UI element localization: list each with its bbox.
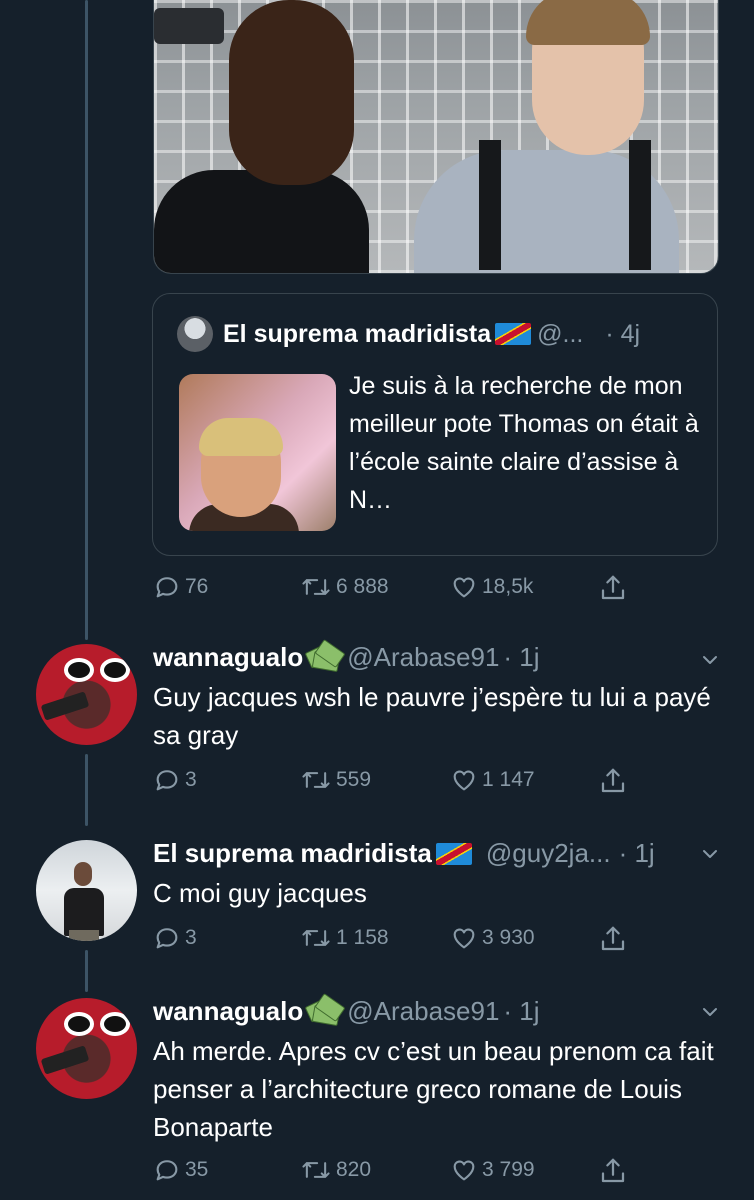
reply-button[interactable]: 3 <box>153 766 197 794</box>
thread-line-main <box>85 0 88 640</box>
share-button[interactable] <box>598 766 628 796</box>
share-icon <box>601 768 625 793</box>
reply-tweet[interactable]: wannagualo @Arabase91 · 1j Guy jacques w… <box>0 638 754 810</box>
tweet-header: wannagualo @Arabase91 · 1j <box>153 992 540 1027</box>
reply-icon <box>156 770 178 791</box>
tweet-header: wannagualo @Arabase91 · 1j <box>153 638 540 673</box>
tweet-time: · 1j <box>503 642 540 672</box>
tweet-actions: 3 1 158 3 930 <box>0 924 754 960</box>
avatar-head <box>74 862 92 886</box>
reply-button[interactable]: 3 <box>153 924 197 952</box>
share-button[interactable] <box>598 1156 628 1186</box>
reply-button[interactable]: 76 <box>153 573 208 601</box>
like-button[interactable]: 3 799 <box>450 1156 535 1184</box>
share-icon <box>601 1158 625 1183</box>
reply-tweet[interactable]: El suprema madridista @guy2ja... · 1j C … <box>0 836 754 966</box>
retweet-icon <box>302 930 330 946</box>
like-button[interactable]: 1 147 <box>450 766 535 794</box>
reply-icon <box>156 928 178 949</box>
money-with-wings-icon <box>304 992 346 1027</box>
avatar-prop <box>40 1045 90 1075</box>
money-with-wings-icon <box>304 638 346 673</box>
share-button[interactable] <box>598 924 628 954</box>
quoted-tweet-thumbnail <box>179 374 336 531</box>
author-handle: @Arabase91 <box>347 996 500 1026</box>
thumb-hair <box>199 418 283 456</box>
quoted-tweet-text: Je suis à la recherche de mon meilleur p… <box>349 372 699 514</box>
tweet-photo[interactable] <box>153 0 719 274</box>
reply-icon <box>156 1160 178 1181</box>
flag-dr-congo-icon <box>495 323 532 345</box>
chevron-down-icon[interactable] <box>700 844 720 864</box>
photo-person-right-hair <box>526 0 650 45</box>
quoted-tweet-card[interactable]: El suprema madridista @... · 4j Je suis … <box>152 293 718 556</box>
tweet-text: C moi guy jacques <box>153 878 367 908</box>
retweet-icon <box>302 579 330 595</box>
reply-count: 35 <box>185 1158 209 1181</box>
author-handle: @guy2ja... <box>485 838 611 868</box>
chevron-down-icon[interactable] <box>700 650 720 670</box>
retweet-button[interactable]: 1 158 <box>300 924 389 952</box>
quoted-author-name: El suprema madridista <box>223 319 492 348</box>
chevron-down-icon[interactable] <box>700 1002 720 1022</box>
quoted-tweet-header: El suprema madridista @... · 4j <box>177 316 640 352</box>
heart-icon <box>453 1160 475 1181</box>
author-name: wannagualo <box>153 996 304 1026</box>
reply-icon <box>156 577 178 598</box>
retweet-count: 6 888 <box>336 575 389 598</box>
retweet-count: 1 158 <box>336 926 389 949</box>
retweet-count: 559 <box>336 768 372 791</box>
quoted-author-avatar <box>177 316 213 352</box>
tweet-text: Ah merde. Apres cv c’est un beau prenom … <box>153 1036 714 1142</box>
tweet-actions: 3 559 1 147 <box>0 766 754 802</box>
reply-tweet[interactable]: wannagualo @Arabase91 · 1j Ah merde. Apr… <box>0 992 754 1200</box>
share-button[interactable] <box>598 573 628 603</box>
share-icon <box>601 575 625 600</box>
avatar-prop <box>40 691 90 721</box>
backpack-strap-right <box>629 140 651 270</box>
reply-button[interactable]: 35 <box>153 1156 208 1184</box>
reply-count: 76 <box>185 575 209 598</box>
photo-car <box>154 8 224 44</box>
quoted-tweet-time: · 4j <box>605 319 641 348</box>
retweet-icon <box>302 772 330 788</box>
heart-icon <box>453 770 475 791</box>
flag-dr-congo-icon <box>435 842 472 865</box>
retweet-button[interactable]: 820 <box>300 1156 371 1184</box>
retweet-count: 820 <box>336 1158 372 1181</box>
heart-icon <box>453 577 475 598</box>
avatar-glasses <box>64 1012 132 1038</box>
retweet-icon <box>302 1162 330 1178</box>
share-icon <box>601 926 625 951</box>
tweet-text: Guy jacques wsh le pauvre j’espère tu lu… <box>153 682 711 750</box>
avatar[interactable] <box>36 644 137 745</box>
reply-count: 3 <box>185 926 197 949</box>
like-count: 1 147 <box>482 768 535 791</box>
avatar[interactable] <box>36 998 137 1099</box>
like-count: 3 930 <box>482 926 535 949</box>
like-count: 3 799 <box>482 1158 535 1181</box>
tweet-time: · 1j <box>618 838 655 868</box>
like-button[interactable]: 3 930 <box>450 924 535 952</box>
tweet-actions: 35 820 3 799 <box>0 1156 754 1192</box>
quoted-author-handle: @... <box>537 319 584 348</box>
like-button[interactable]: 18,5k <box>450 573 533 601</box>
avatar-glasses <box>64 658 132 684</box>
photo-person-left-body <box>154 170 369 273</box>
tweet-time: · 1j <box>503 996 540 1026</box>
author-handle: @Arabase91 <box>347 642 500 672</box>
tweet-header: El suprema madridista @guy2ja... · 1j <box>153 838 655 869</box>
photo-person-left-head <box>229 0 354 185</box>
retweet-button[interactable]: 559 <box>300 766 371 794</box>
main-tweet-actions: 76 6 888 18,5k <box>0 570 754 606</box>
reply-count: 3 <box>185 768 197 791</box>
like-count: 18,5k <box>482 575 534 598</box>
backpack-strap-left <box>479 140 501 270</box>
author-name: El suprema madridista <box>153 838 432 868</box>
retweet-button[interactable]: 6 888 <box>300 573 389 601</box>
heart-icon <box>453 928 475 949</box>
author-name: wannagualo <box>153 642 304 672</box>
